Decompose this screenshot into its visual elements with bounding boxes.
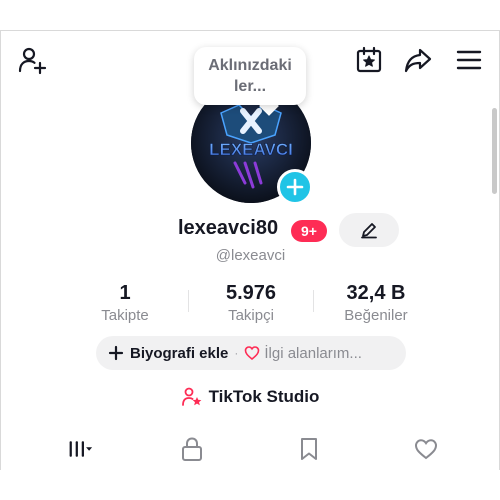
bio-pill: Biyografi ekle · İlgi alanlarım... — [96, 336, 406, 370]
tab-saved[interactable] — [289, 434, 329, 464]
share-icon[interactable] — [402, 44, 434, 76]
bookmark-icon — [301, 438, 317, 460]
tab-private[interactable] — [172, 434, 212, 464]
person-star-icon — [181, 387, 201, 406]
add-photo-button[interactable] — [277, 169, 313, 205]
separator: · — [234, 346, 239, 360]
avatar-logo-text: LEXEAVCI — [209, 140, 293, 159]
likes-count: 32,4 B — [346, 282, 406, 304]
username-row: lexeavci80 9+ — [0, 213, 500, 247]
plus-icon — [108, 345, 124, 361]
studio-label: TikTok Studio — [208, 387, 320, 406]
heart-icon — [245, 346, 260, 361]
plus-icon — [286, 178, 304, 196]
stat-divider — [188, 290, 189, 312]
content-tabs — [0, 430, 500, 470]
likes-label: Beğeniler — [344, 307, 408, 324]
tiktok-studio-link[interactable]: TikTok Studio — [0, 386, 500, 408]
heart-icon — [414, 439, 438, 460]
menu-icon[interactable] — [453, 44, 485, 76]
likes-stat[interactable]: 32,4 B Beğeniler — [321, 282, 431, 326]
notification-badge[interactable]: 9+ — [291, 220, 327, 242]
tooltip-text: Aklınızdaki ler... — [208, 57, 292, 95]
pencil-icon — [361, 223, 377, 239]
add-bio-button[interactable]: Biyografi ekle — [130, 345, 228, 362]
followers-stat[interactable]: 5.976 Takipçi — [196, 282, 306, 326]
tab-videos[interactable] — [58, 434, 102, 464]
tooltip-bubble[interactable]: Aklınızdaki ler... — [194, 47, 306, 105]
user-handle: @lexeavci — [0, 247, 500, 264]
following-count: 1 — [119, 282, 131, 304]
followers-count: 5.976 — [225, 282, 277, 304]
following-stat[interactable]: 1 Takipte — [70, 282, 180, 326]
edit-profile-button[interactable] — [339, 213, 399, 247]
username: lexeavci80 — [178, 217, 279, 239]
stat-divider — [313, 290, 314, 312]
lock-icon — [182, 437, 202, 461]
tab-liked[interactable] — [406, 434, 446, 464]
followers-label: Takipçi — [228, 307, 274, 324]
videos-grid-icon — [69, 441, 93, 457]
handle-text: @lexeavci — [215, 247, 286, 264]
scrollbar[interactable] — [492, 108, 497, 194]
following-label: Takipte — [101, 307, 149, 324]
interests-button[interactable]: İlgi alanlarım... — [264, 345, 362, 362]
add-friend-icon[interactable] — [16, 44, 48, 76]
calendar-star-icon[interactable] — [353, 44, 385, 76]
